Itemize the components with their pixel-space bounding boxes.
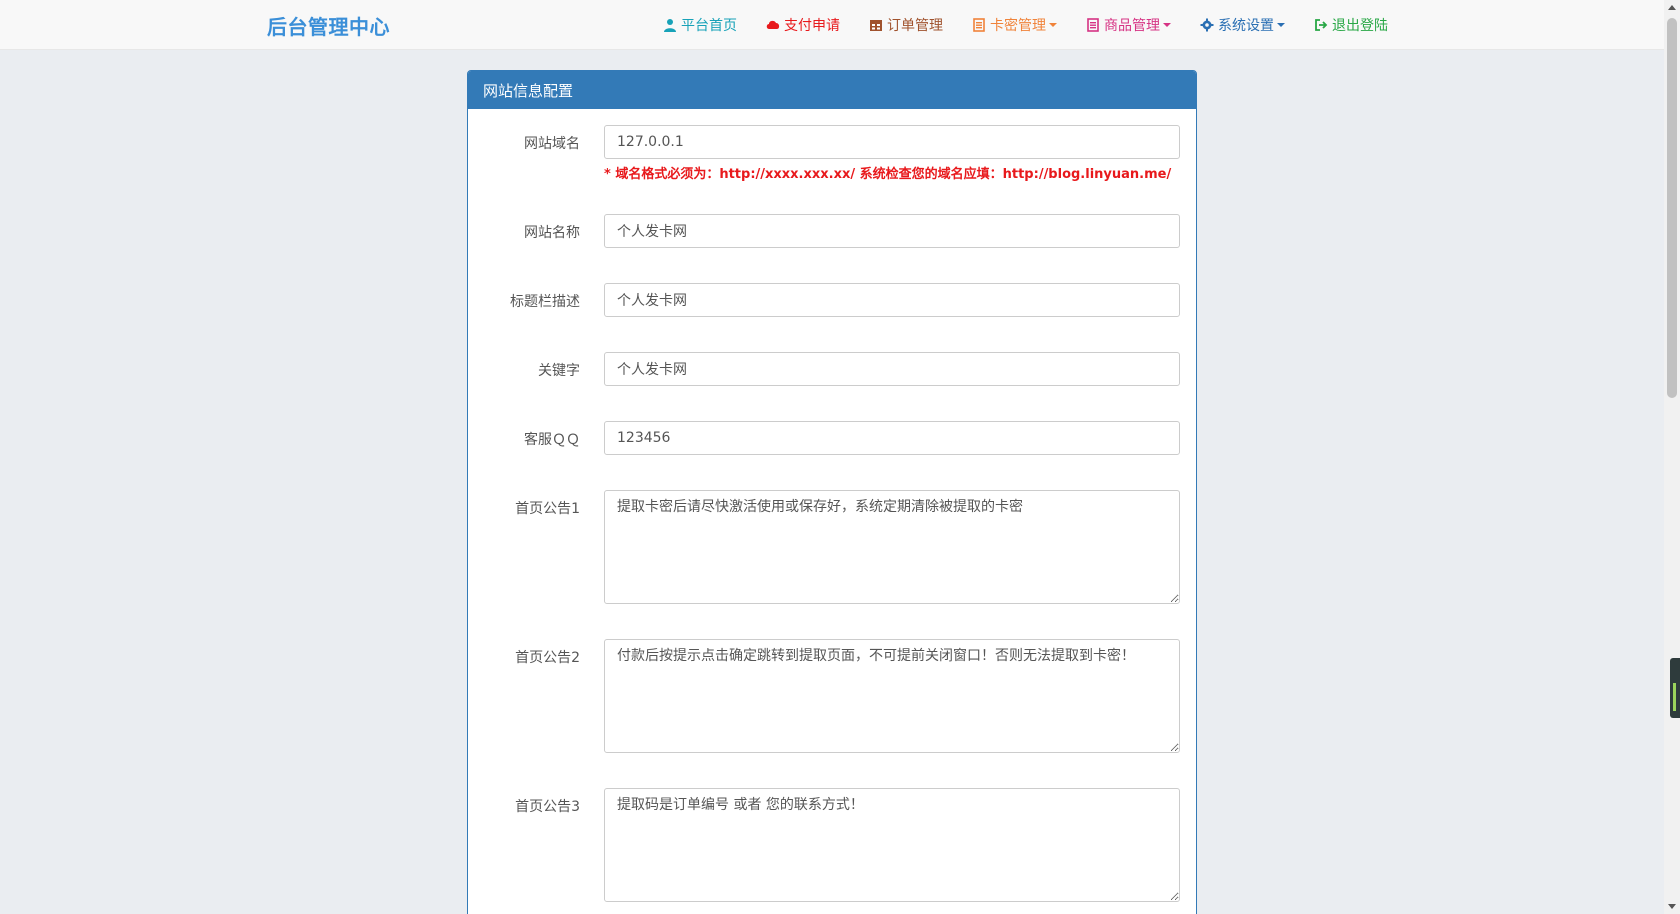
brand-title[interactable]: 后台管理中心	[267, 11, 390, 40]
cloud-icon	[765, 17, 781, 33]
nav-item-payment[interactable]: 支付申请	[751, 0, 854, 50]
main-nav: 平台首页 支付申请 订单管理 卡密管理 商品管理 系统设置 退出登陆	[648, 0, 1402, 50]
notice1-textarea[interactable]: 提取卡密后请尽快激活使用或保存好，系统定期清除被提取的卡密	[604, 490, 1180, 604]
chevron-down-icon	[1277, 23, 1285, 27]
nav-item-orders[interactable]: 订单管理	[854, 0, 957, 50]
field-label: 关键字	[538, 363, 580, 379]
notice3-textarea[interactable]: 提取码是订单编号 或者 您的联系方式！	[604, 788, 1180, 902]
notice2-textarea[interactable]: 付款后按提示点击确定跳转到提取页面，不可提前关闭窗口！否则无法提取到卡密！	[604, 639, 1180, 753]
nav-item-logout[interactable]: 退出登陆	[1299, 0, 1402, 50]
field-label: 首页公告1	[515, 501, 580, 517]
nav-item-home[interactable]: 平台首页	[648, 0, 751, 50]
title-desc-input[interactable]	[604, 283, 1180, 317]
field-label: 标题栏描述	[510, 294, 580, 310]
chevron-down-icon	[1163, 23, 1171, 27]
chevron-down-icon	[1049, 23, 1057, 27]
scroll-down-icon[interactable]	[1668, 904, 1676, 909]
calendar-icon	[868, 17, 884, 33]
nav-item-label: 退出登陆	[1332, 18, 1388, 34]
site-name-input[interactable]	[604, 214, 1180, 248]
nav-item-label: 订单管理	[887, 18, 943, 34]
book-icon	[1085, 17, 1101, 33]
field-label: 网站域名	[524, 136, 580, 152]
nav-item-settings[interactable]: 系统设置	[1185, 0, 1299, 50]
domain-input[interactable]	[604, 125, 1180, 159]
nav-item-cards[interactable]: 卡密管理	[957, 0, 1071, 50]
site-config-panel: 网站信息配置 网站域名 * 域名格式必须为：http://xxxx.xxx.xx…	[467, 70, 1197, 914]
logout-icon	[1313, 17, 1329, 33]
field-label: 首页公告3	[515, 799, 580, 815]
scroll-up-icon[interactable]	[1668, 5, 1676, 10]
keywords-input[interactable]	[604, 352, 1180, 386]
scroll-thumb[interactable]	[1667, 18, 1677, 398]
user-icon	[662, 17, 678, 33]
panel-title: 网站信息配置	[468, 71, 1196, 109]
nav-item-label: 系统设置	[1218, 18, 1274, 34]
nav-item-label: 平台首页	[681, 18, 737, 34]
field-label: 客服ＱＱ	[524, 432, 580, 448]
nav-item-products[interactable]: 商品管理	[1071, 0, 1185, 50]
list-icon	[971, 17, 987, 33]
qq-input[interactable]	[604, 421, 1180, 455]
field-label: 网站名称	[524, 225, 580, 241]
page-scrollbar[interactable]	[1664, 0, 1680, 914]
side-widget-handle[interactable]	[1670, 658, 1680, 718]
nav-item-label: 商品管理	[1104, 18, 1160, 34]
field-label: 首页公告2	[515, 650, 580, 666]
top-navbar: 后台管理中心 平台首页 支付申请 订单管理 卡密管理 商品管理 系统设置 退出登…	[0, 0, 1664, 50]
nav-item-label: 支付申请	[784, 18, 840, 34]
domain-help-text: * 域名格式必须为：http://xxxx.xxx.xx/ 系统检查您的域名应填…	[604, 167, 1172, 182]
nav-item-label: 卡密管理	[990, 18, 1046, 34]
gear-icon	[1199, 17, 1215, 33]
